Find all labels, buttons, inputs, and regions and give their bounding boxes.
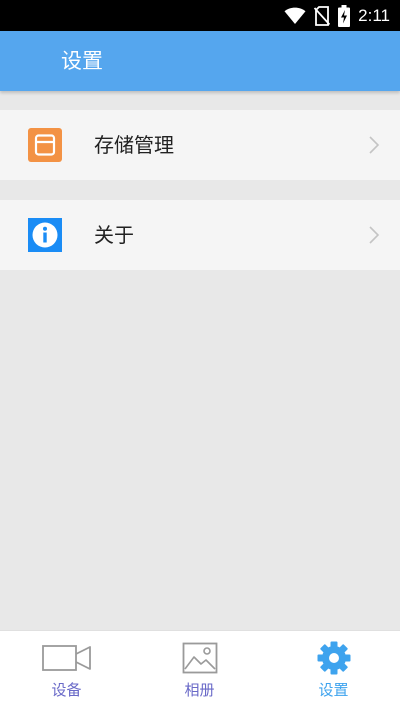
storage-management-item[interactable]: 存储管理 bbox=[0, 110, 400, 180]
storage-icon bbox=[28, 128, 62, 162]
chevron-right-icon bbox=[368, 135, 380, 155]
status-bar: 2:11 bbox=[0, 0, 400, 31]
page-title: 设置 bbox=[61, 49, 103, 73]
tab-settings[interactable]: 设置 bbox=[267, 631, 400, 711]
bottom-navigation: 设备 相册 设置 bbox=[0, 630, 400, 711]
wifi-icon bbox=[284, 7, 306, 25]
tab-devices[interactable]: 设备 bbox=[0, 631, 133, 711]
tab-settings-label: 设置 bbox=[318, 681, 349, 699]
storage-management-label: 存储管理 bbox=[94, 133, 174, 157]
tab-album-label: 相册 bbox=[184, 681, 215, 699]
image-icon bbox=[133, 641, 266, 675]
battery-charging-icon bbox=[338, 4, 351, 27]
tab-album[interactable]: 相册 bbox=[133, 631, 266, 711]
chevron-right-icon bbox=[368, 225, 380, 245]
info-icon bbox=[28, 218, 62, 252]
video-camera-icon bbox=[0, 641, 133, 675]
gear-icon bbox=[267, 641, 400, 675]
tab-devices-label: 设备 bbox=[51, 681, 82, 699]
about-label: 关于 bbox=[94, 223, 134, 247]
app-bar: 设置 bbox=[0, 31, 400, 91]
status-time: 2:11 bbox=[358, 6, 390, 25]
no-sim-icon bbox=[314, 5, 331, 26]
status-icons: 2:11 bbox=[284, 0, 390, 31]
about-item[interactable]: 关于 bbox=[0, 200, 400, 270]
